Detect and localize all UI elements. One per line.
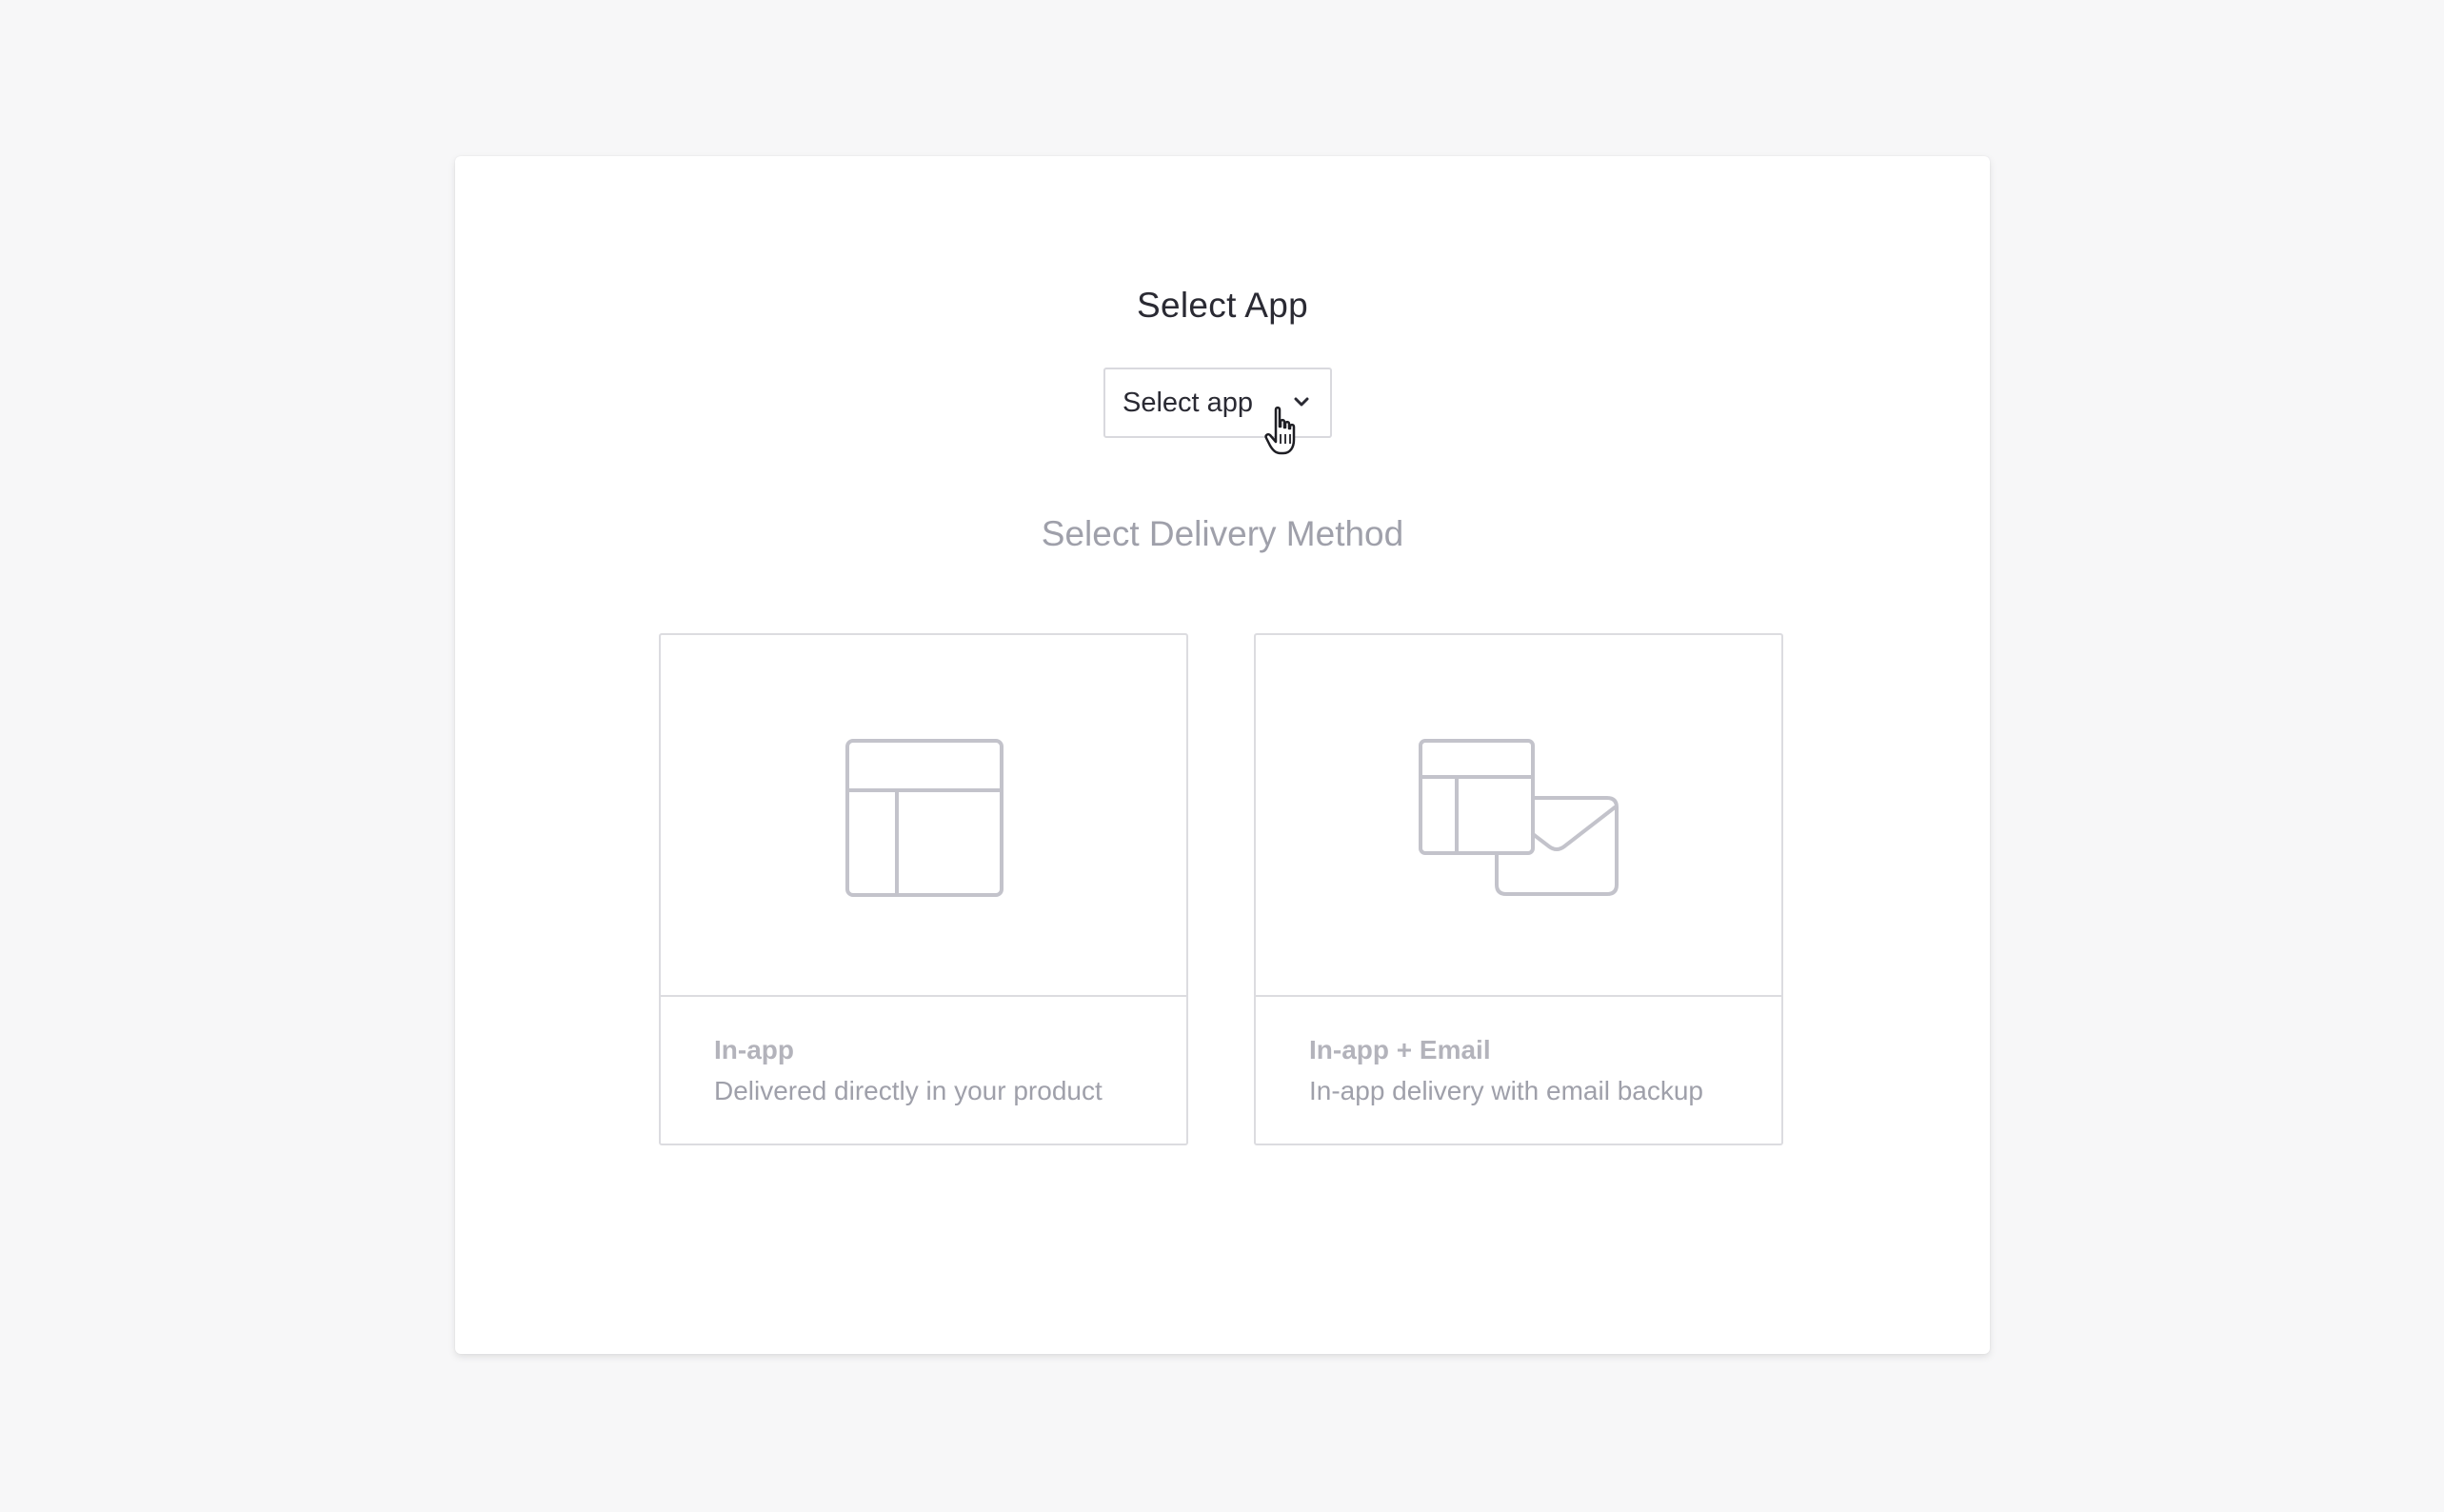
delivery-option-in-app[interactable]: In-app Delivered directly in your produc… [659,633,1188,1145]
card-title: In-app [714,1035,794,1064]
layout-icon [845,739,1003,897]
card-description: In-app delivery with email backup [1309,1076,1703,1105]
delivery-option-in-app-email[interactable]: In-app + Email In-app delivery with emai… [1254,633,1783,1145]
layout-email-icon [1419,739,1619,896]
app-select-value: Select app [1123,388,1254,418]
card-illustration [1256,635,1781,997]
page-title: Select App [1137,286,1308,325]
card-illustration [661,635,1186,997]
delivery-setup-panel: Select App Select app Select Delivery Me… [455,156,1990,1354]
card-description: Delivered directly in your product [714,1076,1103,1105]
hand-pointer-cursor-icon [1264,406,1296,455]
delivery-method-heading: Select Delivery Method [1041,514,1404,553]
card-title: In-app + Email [1309,1035,1491,1064]
